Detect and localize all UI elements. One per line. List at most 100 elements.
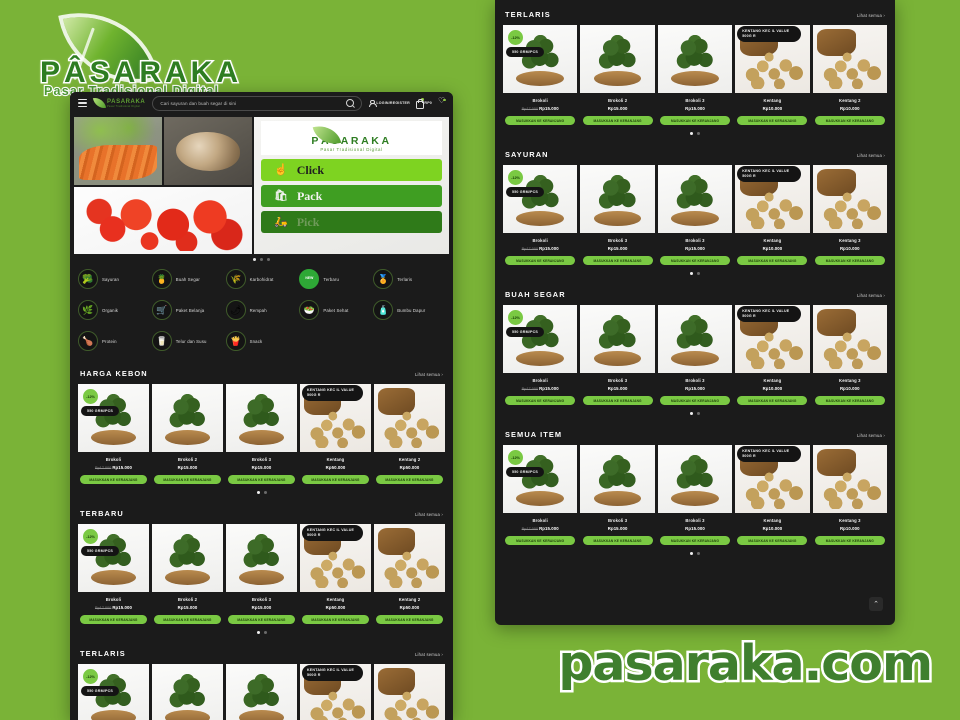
add-to-cart-button[interactable]: MASUKKAN KE KERANJANG [505,536,576,545]
hamburger-menu-icon[interactable] [78,99,87,107]
product-image[interactable]: KENTANG KEC IL VALUE 500G R [300,664,371,720]
header-logo[interactable]: PASARAKA Pasar Tradisional Digital [92,95,145,111]
see-all-link[interactable]: Lihat semua › [415,512,443,517]
add-to-cart-button[interactable]: MASUKKAN KE KERANJANG [154,615,221,624]
product-image[interactable] [657,165,733,233]
hero-carousel-dots[interactable] [70,254,453,263]
product-card[interactable]: Brokoli 2 Rp15.000 MASUKKAN KE KERANJANG [580,25,655,125]
section-carousel-dots[interactable] [503,405,887,418]
product-card[interactable]: -12%550 GRM/PCSBrokoliRp17.000Rp15.000MA… [78,664,149,720]
category-item-bumbu-dapur[interactable]: 🧴 Bumbu Dapur [373,300,445,320]
category-item-rempah[interactable]: 🌶 Rempah [225,300,298,320]
product-image[interactable] [812,445,888,513]
carousel-dot[interactable] [256,491,260,494]
product-image[interactable]: KENTANG KEC IL VALUE 500G R [735,165,810,233]
see-all-link[interactable]: Lihat semua › [415,372,443,377]
add-to-cart-button[interactable]: MASUKKAN KE KERANJANG [660,536,730,545]
section-carousel-dots[interactable] [503,125,887,138]
product-card[interactable]: Brokoli 3 Rp15.000 MASUKKAN KE KERANJANG [657,25,733,125]
add-to-cart-button[interactable]: MASUKKAN KE KERANJANG [505,116,576,125]
product-image[interactable] [812,25,888,93]
product-card[interactable]: -12%550 GRM/PCSBrokoliRp17.000Rp15.000MA… [503,305,578,405]
product-image[interactable] [657,305,733,373]
carousel-dot[interactable] [697,132,700,135]
product-image[interactable] [580,445,655,513]
product-image[interactable] [374,524,445,592]
product-card[interactable]: Kentang 2Rp50.000MASUKKAN KE KERANJANG [374,384,445,484]
category-item-paket-belanja[interactable]: 🛒 Paket Belanja [151,300,224,320]
product-card[interactable]: Brokoli 3 Rp15.000 MASUKKAN KE KERANJANG [226,524,297,624]
add-to-cart-button[interactable]: MASUKKAN KE KERANJANG [737,536,808,545]
add-to-cart-button[interactable]: MASUKKAN KE KERANJANG [814,256,885,265]
see-all-link[interactable]: Lihat semua › [857,293,885,298]
product-card[interactable]: Brokoli 3 Rp15.000 MASUKKAN KE KERANJANG [657,445,733,545]
cta-click-button[interactable]: ☝ Click [261,159,442,181]
product-image[interactable] [226,664,297,720]
product-card[interactable]: Brokoli 3 Rp15.000 MASUKKAN KE KERANJANG [580,445,655,545]
product-image[interactable]: -12% 550 GRM/PCS [503,25,578,93]
product-image[interactable] [657,25,733,93]
carousel-dot[interactable] [267,258,270,261]
add-to-cart-button[interactable]: MASUKKAN KE KERANJANG [582,256,653,265]
carousel-dot[interactable] [253,258,256,261]
product-image[interactable]: KENTANG KEC IL VALUE 500G R [735,25,810,93]
add-to-cart-button[interactable]: MASUKKAN KE KERANJANG [814,536,885,545]
product-card[interactable]: Brokoli 3 Rp15.000 MASUKKAN KE KERANJANG [580,305,655,405]
product-card[interactable]: KENTANG KEC IL VALUE 500G R Kentang Rp10.0… [735,445,810,545]
product-card[interactable]: Kentang 3 Rp10.000 MASUKKAN KE KERANJANG [812,165,888,265]
carousel-dot[interactable] [697,272,700,275]
add-to-cart-button[interactable]: MASUKKAN KE KERANJANG [660,256,730,265]
product-card[interactable]: Kentang 2 Rp10.000 MASUKKAN KE KERANJANG [812,25,888,125]
add-to-cart-button[interactable]: MASUKKAN KE KERANJANG [80,475,147,484]
product-card[interactable]: KENTANG KEC IL VALUE 500G R Kentang Rp50.0… [300,384,371,484]
product-image[interactable] [580,305,655,373]
product-image[interactable] [152,664,223,720]
add-to-cart-button[interactable]: MASUKKAN KE KERANJANG [737,256,808,265]
product-image[interactable] [374,664,445,720]
product-image[interactable] [580,165,655,233]
product-image[interactable]: -12% 550 GRM/PCS [503,305,578,373]
add-to-cart-button[interactable]: MASUKKAN KE KERANJANG [737,116,808,125]
add-to-cart-button[interactable]: MASUKKAN KE KERANJANG [660,116,730,125]
product-image[interactable] [226,524,297,592]
add-to-cart-button[interactable]: MASUKKAN KE KERANJANG [302,615,369,624]
add-to-cart-button[interactable]: MASUKKAN KE KERANJANG [376,475,443,484]
product-card[interactable]: Brokoli 2 Rp15.000 MASUKKAN KE KERANJANG [152,384,223,484]
product-image[interactable]: -12% 550 GRM/PCS [503,445,578,513]
category-item-telur-dan-susu[interactable]: 🥛 Telur dan Susu [151,331,224,351]
add-to-cart-button[interactable]: MASUKKAN KE KERANJANG [80,615,147,624]
product-card[interactable]: Kentang 2Rp50.000MASUKKAN KE KERANJANG [374,664,445,720]
carousel-dot[interactable] [697,412,700,415]
carousel-dot[interactable] [690,132,693,135]
category-item-terlaris[interactable]: 🏅 Terlaris [373,269,445,289]
product-card[interactable]: -12%550 GRM/PCSBrokoliRp17.000Rp15.000MA… [78,524,149,624]
see-all-link[interactable]: Lihat semua › [857,433,885,438]
carousel-dot[interactable] [690,412,693,415]
category-item-organik[interactable]: 🌿 Organik [78,300,150,320]
product-image[interactable] [374,384,445,452]
carousel-dot[interactable] [697,552,700,555]
category-item-protein[interactable]: 🍗 Protein [78,331,150,351]
category-item-terbaru[interactable]: NEW Terbaru [299,269,371,289]
product-card[interactable]: Kentang 3 Rp10.000 MASUKKAN KE KERANJANG [812,445,888,545]
product-card[interactable]: Brokoli 3 Rp15.000 MASUKKAN KE KERANJANG [657,305,733,405]
product-card[interactable]: KENTANG KEC IL VALUE 500G R Kentang Rp10.0… [735,305,810,405]
category-item-snack[interactable]: 🍟 Snack [225,331,298,351]
category-item-paket-sehat[interactable]: 🥗 Paket Sehat [299,300,371,320]
scroll-to-top-button[interactable]: ⌃ [869,597,883,611]
product-image[interactable]: KENTANG KEC IL VALUE 500G R [735,445,810,513]
add-to-cart-button[interactable]: MASUKKAN KE KERANJANG [505,256,576,265]
product-image[interactable] [812,305,888,373]
category-item-buah-segar[interactable]: 🍍 Buah Segar [151,269,224,289]
product-image[interactable] [812,165,888,233]
product-image[interactable]: -12% 550 GRM/PCS [78,384,149,452]
product-image[interactable]: -12% 550 GRM/PCS [78,524,149,592]
product-card[interactable]: Brokoli 3 Rp15.000 MASUKKAN KE KERANJANG [226,384,297,484]
product-card[interactable]: Brokoli 3 Rp15.000 MASUKKAN KE KERANJANG [580,165,655,265]
carousel-dot[interactable] [263,631,267,634]
see-all-link[interactable]: Lihat semua › [857,153,885,158]
login-register-button[interactable]: LOGIN/REGISTER [369,99,410,108]
carousel-dot[interactable] [690,272,693,275]
section-carousel-dots[interactable] [78,624,445,637]
add-to-cart-button[interactable]: MASUKKAN KE KERANJANG [814,396,885,405]
